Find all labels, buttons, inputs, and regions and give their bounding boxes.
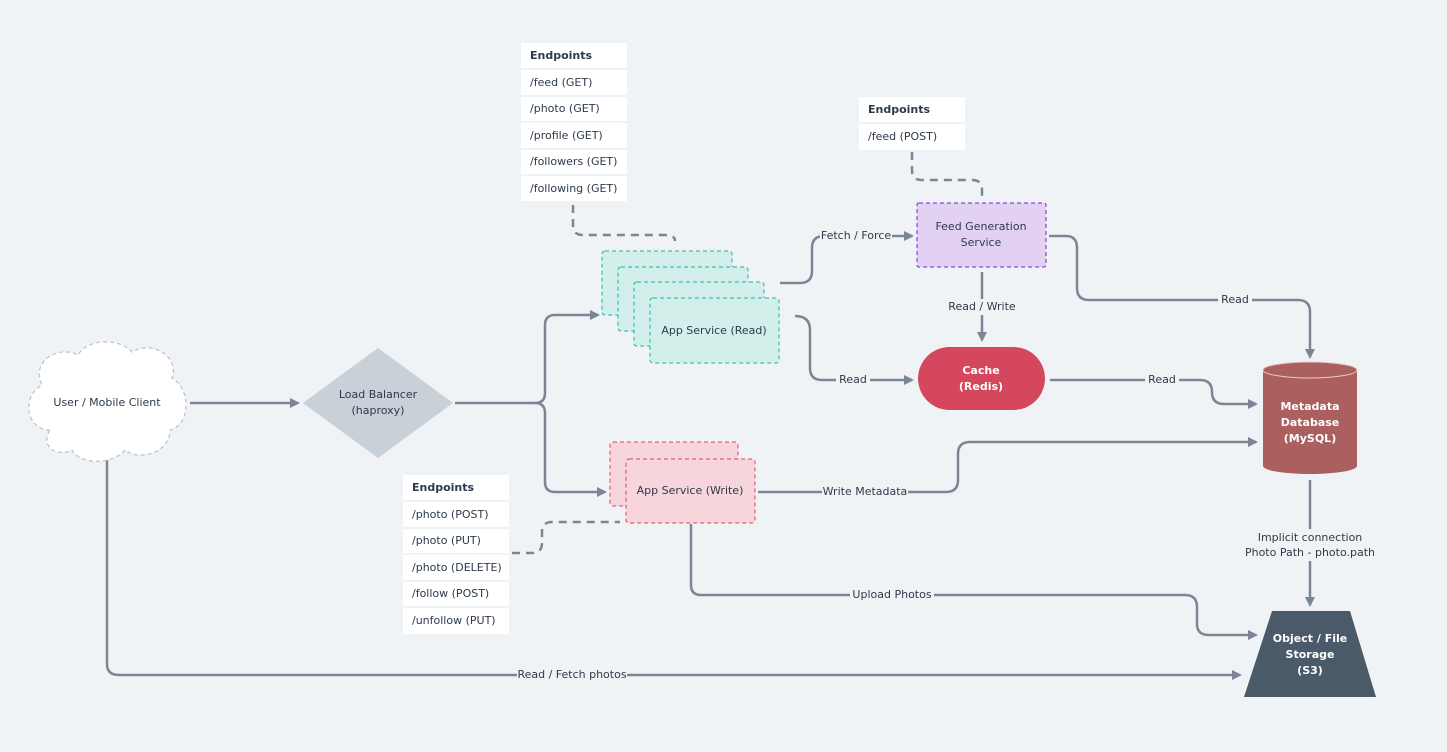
feed-box bbox=[916, 202, 1047, 268]
cache-label-1: Cache bbox=[962, 364, 999, 377]
endpoint-row: /follow (POST) bbox=[412, 587, 489, 600]
endpoint-row: /followers (GET) bbox=[530, 155, 617, 168]
lb-label-1: Load Balancer bbox=[339, 388, 418, 401]
feed-label-1: Feed Generation bbox=[935, 220, 1026, 233]
feed-label-2: Service bbox=[961, 236, 1002, 249]
edge-label-cache-db: Read bbox=[1148, 373, 1176, 386]
endpoint-row: /feed (GET) bbox=[530, 76, 592, 89]
edge-label-read-fetch: Read / Fetch photos bbox=[517, 668, 626, 681]
endpoint-row: /feed (POST) bbox=[868, 130, 937, 143]
app-read-label: App Service (Read) bbox=[661, 324, 766, 337]
table-header: Endpoints bbox=[412, 481, 475, 494]
architecture-diagram: Fetch / Force Read Read / Write Read Rea… bbox=[0, 0, 1447, 752]
cache-pill bbox=[918, 347, 1045, 410]
node-cache[interactable]: Cache (Redis) bbox=[918, 347, 1045, 410]
edge-label-feed-db: Read bbox=[1221, 293, 1249, 306]
table-header: Endpoints bbox=[868, 103, 931, 116]
node-client[interactable]: User / Mobile Client bbox=[28, 341, 187, 462]
storage-label-3: (S3) bbox=[1297, 664, 1323, 677]
edge-label-read-write: Read / Write bbox=[948, 300, 1016, 313]
node-feed-generation[interactable]: Feed Generation Service bbox=[916, 202, 1047, 268]
storage-label-1: Object / File bbox=[1273, 632, 1347, 645]
endpoint-row: /photo (DELETE) bbox=[412, 561, 502, 574]
endpoint-row: /profile (GET) bbox=[530, 129, 603, 142]
storage-label-2: Storage bbox=[1286, 648, 1335, 661]
canvas-background bbox=[0, 0, 1447, 752]
lb-label-2: (haproxy) bbox=[352, 404, 405, 417]
table-header: Endpoints bbox=[530, 49, 593, 62]
endpoint-row: /photo (GET) bbox=[530, 102, 600, 115]
db-top bbox=[1262, 361, 1358, 379]
edge-label-write-metadata: Write Metadata bbox=[823, 485, 908, 498]
edge-label-read-cache: Read bbox=[839, 373, 867, 386]
edge-label-upload: Upload Photos bbox=[852, 588, 931, 601]
app-write-label: App Service (Write) bbox=[637, 484, 744, 497]
db-label-1: Metadata bbox=[1280, 400, 1339, 413]
node-app-write[interactable]: App Service (Write) bbox=[609, 441, 756, 524]
client-label: User / Mobile Client bbox=[53, 396, 161, 409]
db-label-3: (MySQL) bbox=[1284, 432, 1336, 445]
node-database[interactable]: Metadata Database (MySQL) bbox=[1262, 361, 1358, 474]
endpoint-row: /photo (PUT) bbox=[412, 534, 481, 547]
db-label-2: Database bbox=[1281, 416, 1340, 429]
endpoint-row: /unfollow (PUT) bbox=[412, 614, 496, 627]
edge-label-implicit-2: Photo Path - photo.path bbox=[1245, 546, 1375, 559]
edge-label-implicit-1: Implicit connection bbox=[1258, 531, 1363, 544]
endpoint-row: /following (GET) bbox=[530, 182, 617, 195]
endpoint-row: /photo (POST) bbox=[412, 508, 489, 521]
cache-label-2: (Redis) bbox=[959, 380, 1003, 393]
edge-label-fetch-force: Fetch / Force bbox=[821, 229, 892, 242]
